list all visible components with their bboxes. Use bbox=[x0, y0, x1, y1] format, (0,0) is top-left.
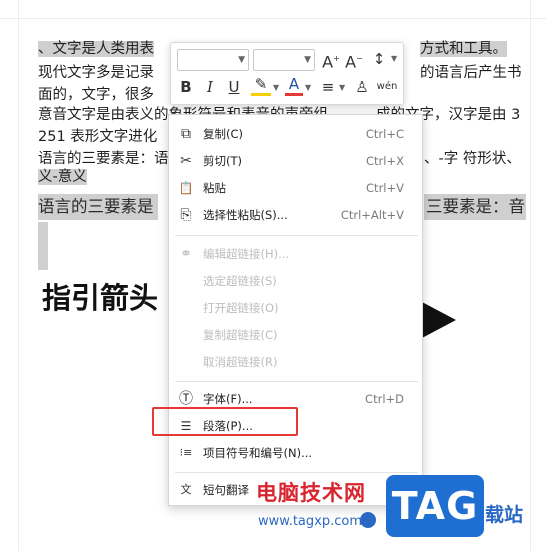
font-size-select[interactable]: ▼ bbox=[253, 49, 315, 71]
menu-item-open-hyperlink[interactable]: 打开超链接(O) bbox=[169, 295, 422, 321]
menu-label: 复制(C) bbox=[203, 127, 244, 141]
menu-label: 选择性粘贴(S)... bbox=[203, 208, 288, 222]
link-icon: ⚭ bbox=[180, 246, 192, 262]
bullets-icon: ⁝≡ bbox=[179, 446, 193, 459]
annotation-highlight-box bbox=[152, 407, 298, 436]
menu-label: 编辑超链接(H)... bbox=[203, 247, 290, 261]
phonetic-guide-icon[interactable]: wén bbox=[375, 77, 399, 97]
grow-font-icon[interactable]: A+ bbox=[321, 49, 341, 72]
align-icon[interactable]: ≡ bbox=[319, 77, 337, 97]
underline-button[interactable]: U bbox=[225, 77, 243, 97]
format-painter-icon[interactable]: ♙ bbox=[353, 77, 371, 97]
italic-button[interactable]: I bbox=[201, 77, 219, 97]
doc-big-line-tail[interactable]: 三要素是：音 bbox=[424, 194, 526, 220]
menu-label: 粘贴 bbox=[203, 181, 226, 195]
doc-line-2[interactable]: 现代文字多是记录 bbox=[38, 62, 154, 84]
menu-label: 打开超链接(O) bbox=[203, 301, 279, 315]
doc-line-2-tail[interactable]: 的语言后产生书 bbox=[420, 62, 522, 84]
menu-label: 剪切(T) bbox=[203, 154, 242, 168]
cut-icon: ✂ bbox=[180, 153, 192, 169]
translate-icon: 文 bbox=[180, 483, 192, 496]
chevron-down-icon: ▼ bbox=[238, 55, 245, 65]
menu-label: 项目符号和编号(N)... bbox=[203, 446, 313, 460]
menu-item-edit-hyperlink[interactable]: ⚭ 编辑超链接(H)... bbox=[169, 241, 422, 267]
copy-icon: ⧉ bbox=[181, 126, 191, 142]
menu-shortcut: Ctrl+V bbox=[366, 181, 404, 195]
tag-logo: TAG bbox=[386, 475, 484, 537]
menu-label: 短句翻译 bbox=[203, 483, 249, 497]
watermark-dot-icon bbox=[360, 512, 376, 528]
menu-label: 复制超链接(C) bbox=[203, 328, 278, 342]
tag-logo-text: TAG bbox=[391, 484, 479, 528]
menu-shortcut: Ctrl+C bbox=[365, 127, 404, 141]
chevron-down-icon: ▼ bbox=[339, 83, 346, 92]
document-heading[interactable]: 指引箭头 bbox=[42, 278, 158, 318]
doc-line-1-tail[interactable]: 方式和工具。 bbox=[420, 38, 507, 60]
line-spacing-icon[interactable]: ↕ bbox=[369, 49, 389, 69]
doc-big-line[interactable]: 语言的三要素是 bbox=[38, 194, 158, 220]
font-name-select[interactable]: ▼ bbox=[177, 49, 249, 71]
shrink-font-icon[interactable]: A− bbox=[344, 49, 364, 72]
menu-separator bbox=[175, 235, 418, 236]
menu-separator bbox=[175, 472, 418, 473]
watermark-suffix: 载站 bbox=[485, 504, 524, 526]
chevron-down-icon: ▼ bbox=[305, 83, 312, 92]
menu-item-paste[interactable]: 📋 粘贴 Ctrl+V bbox=[169, 175, 422, 201]
context-menu: ⧉ 复制(C) Ctrl+C ✂ 剪切(T) Ctrl+X 📋 粘贴 Ctrl+… bbox=[168, 114, 423, 506]
menu-shortcut: Ctrl+Alt+V bbox=[340, 208, 404, 222]
paste-special-icon: ⎘ bbox=[180, 207, 192, 223]
mini-toolbar: ▼ ▼ A+ A− ↕ ▼ B I U ✎ ▼ A ▼ ≡ ▼ ♙ wén bbox=[170, 42, 404, 105]
watermark-site-name: 电脑技术网 bbox=[256, 481, 366, 505]
doc-line-3[interactable]: 面的，文字，很多 bbox=[38, 84, 154, 106]
menu-shortcut: Ctrl+X bbox=[366, 154, 404, 168]
page-top-edge bbox=[0, 18, 546, 19]
menu-separator bbox=[175, 381, 418, 382]
menu-item-select-hyperlink[interactable]: 选定超链接(S) bbox=[169, 268, 422, 294]
page-right-edge bbox=[530, 0, 531, 551]
selection-block bbox=[38, 222, 48, 270]
chevron-down-icon: ▼ bbox=[391, 54, 398, 63]
menu-shortcut: Ctrl+D bbox=[365, 392, 404, 406]
bold-button[interactable]: B bbox=[177, 77, 195, 97]
page-left-edge bbox=[18, 0, 19, 551]
menu-item-remove-hyperlink[interactable]: 取消超链接(R) bbox=[169, 349, 422, 375]
menu-item-cut[interactable]: ✂ 剪切(T) Ctrl+X bbox=[169, 148, 422, 174]
doc-line-7[interactable]: 义-意义 bbox=[38, 166, 87, 188]
doc-line-1[interactable]: 、文字是人类用表 bbox=[38, 38, 154, 60]
arrow-shape[interactable] bbox=[422, 302, 456, 338]
paste-icon: 📋 bbox=[178, 181, 194, 195]
menu-item-paste-special[interactable]: ⎘ 选择性粘贴(S)... Ctrl+Alt+V bbox=[169, 202, 422, 228]
chevron-down-icon: ▼ bbox=[304, 55, 311, 65]
menu-label: 取消超链接(R) bbox=[203, 355, 278, 369]
menu-item-copy[interactable]: ⧉ 复制(C) Ctrl+C bbox=[169, 121, 422, 147]
watermark-url: www.tagxp.com bbox=[258, 514, 362, 529]
doc-line-6-tail[interactable]: 、-字 符形状、 bbox=[424, 148, 521, 170]
highlight-icon[interactable]: ✎ bbox=[251, 75, 271, 96]
doc-line-5[interactable]: 251 表形文字进化 bbox=[38, 126, 157, 148]
menu-item-copy-hyperlink[interactable]: 复制超链接(C) bbox=[169, 322, 422, 348]
menu-item-bullets-numbering[interactable]: ⁝≡ 项目符号和编号(N)... bbox=[169, 440, 422, 466]
font-icon: Ⓣ bbox=[179, 391, 193, 407]
chevron-down-icon: ▼ bbox=[273, 83, 280, 92]
font-color-icon[interactable]: A bbox=[285, 75, 303, 96]
menu-label: 选定超链接(S) bbox=[203, 274, 277, 288]
